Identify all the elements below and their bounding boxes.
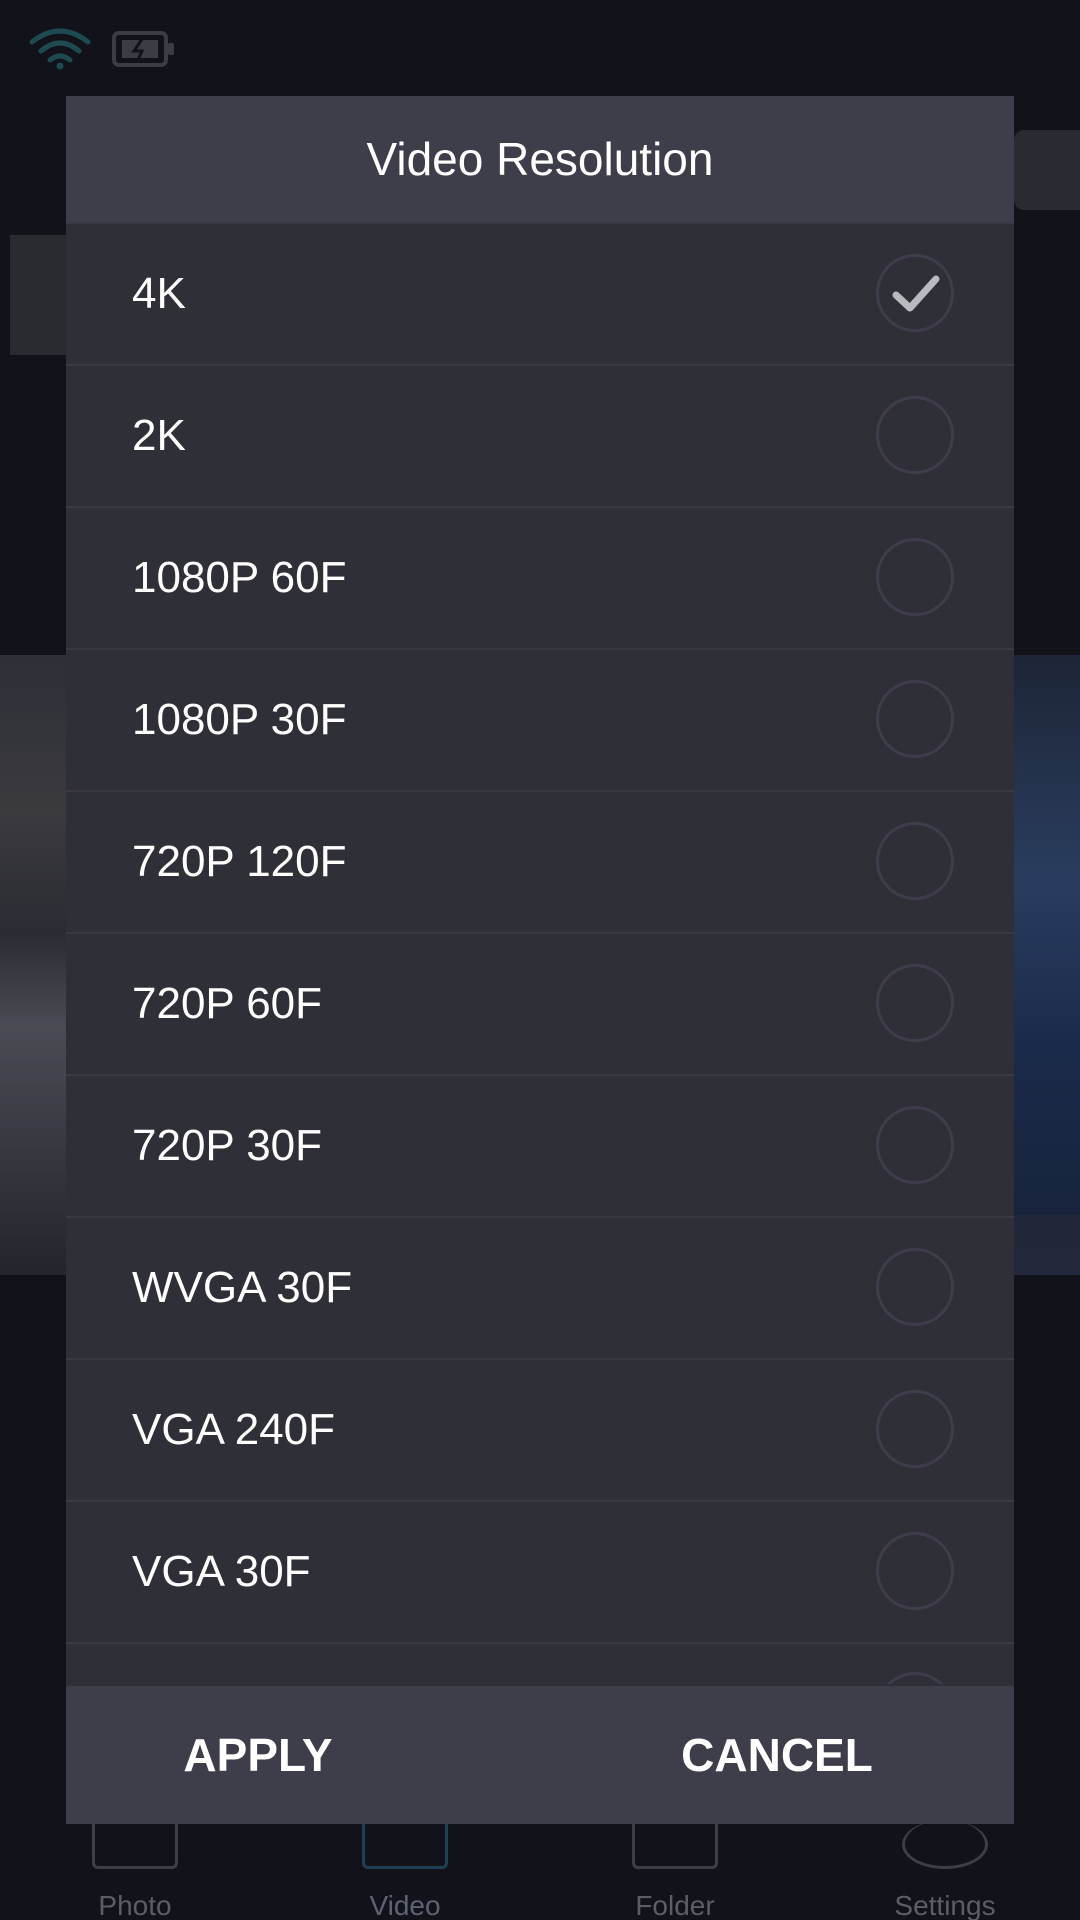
option-vga-240f[interactable]: VGA 240F	[66, 1360, 1014, 1502]
background-thumbnail	[10, 235, 66, 355]
option-label: 4K	[132, 269, 186, 318]
option-2k[interactable]: 2K	[66, 366, 1014, 508]
radio-unchecked[interactable]	[876, 538, 954, 616]
option-label: 720P 120F	[132, 837, 347, 886]
radio-unchecked[interactable]	[876, 396, 954, 474]
option-label: 720P 30F	[132, 1121, 323, 1170]
apply-button[interactable]: APPLY	[66, 1686, 540, 1824]
option-720p-120f[interactable]: 720P 120F	[66, 792, 1014, 934]
option-label: WVGA 30F	[132, 1263, 353, 1312]
video-camera-icon	[362, 1820, 448, 1869]
checkmark-icon	[892, 275, 940, 312]
background-control	[1014, 130, 1080, 210]
nav-label: Folder	[635, 1890, 715, 1920]
option-4k[interactable]: 4K	[66, 224, 1014, 366]
option-vga-30f[interactable]: VGA 30F	[66, 1502, 1014, 1644]
camera-preview-left-edge	[0, 655, 66, 1275]
camera-icon	[92, 1820, 178, 1869]
option-label: 1080P 60F	[132, 553, 347, 602]
option-label: 2K	[132, 411, 186, 460]
camera-app-screen: Photo Video Folder Settings Video Resolu…	[0, 0, 1080, 1920]
nav-label: Video	[369, 1890, 441, 1920]
radio-checked[interactable]	[876, 254, 954, 332]
gear-icon	[902, 1820, 988, 1869]
dialog-footer: APPLY CANCEL	[66, 1686, 1014, 1824]
radio-unchecked[interactable]	[876, 1248, 954, 1326]
option-720p-60f[interactable]: 720P 60F	[66, 934, 1014, 1076]
option-label: VGA 30F	[132, 1547, 311, 1596]
resolution-options-list[interactable]: 4K 2K 1080P 60F 1080P 30F 720P 120F 720P…	[66, 224, 1014, 1684]
battery-icon	[112, 31, 174, 67]
radio-unchecked[interactable]	[876, 680, 954, 758]
cancel-button[interactable]: CANCEL	[540, 1686, 1014, 1824]
option-label: 1080P 30F	[132, 695, 347, 744]
radio-unchecked[interactable]	[876, 1672, 954, 1684]
radio-unchecked[interactable]	[876, 1532, 954, 1610]
radio-unchecked[interactable]	[876, 1106, 954, 1184]
option-partially-visible[interactable]	[66, 1644, 1014, 1684]
radio-unchecked[interactable]	[876, 1390, 954, 1468]
dialog-title: Video Resolution	[366, 133, 714, 185]
camera-preview-right-edge	[1014, 655, 1080, 1215]
wifi-icon	[29, 28, 91, 70]
option-1080p-30f[interactable]: 1080P 30F	[66, 650, 1014, 792]
option-label: 720P 60F	[132, 979, 323, 1028]
video-resolution-dialog: Video Resolution 4K 2K 1080P 60F 1080P 3…	[66, 96, 1014, 1824]
folder-icon	[632, 1820, 718, 1869]
radio-unchecked[interactable]	[876, 964, 954, 1042]
dialog-header: Video Resolution	[66, 96, 1014, 224]
status-bar	[0, 0, 1080, 96]
nav-label: Settings	[894, 1890, 996, 1920]
option-label: VGA 240F	[132, 1405, 336, 1454]
radio-unchecked[interactable]	[876, 822, 954, 900]
option-1080p-60f[interactable]: 1080P 60F	[66, 508, 1014, 650]
option-720p-30f[interactable]: 720P 30F	[66, 1076, 1014, 1218]
nav-label: Photo	[98, 1890, 172, 1920]
option-wvga-30f[interactable]: WVGA 30F	[66, 1218, 1014, 1360]
